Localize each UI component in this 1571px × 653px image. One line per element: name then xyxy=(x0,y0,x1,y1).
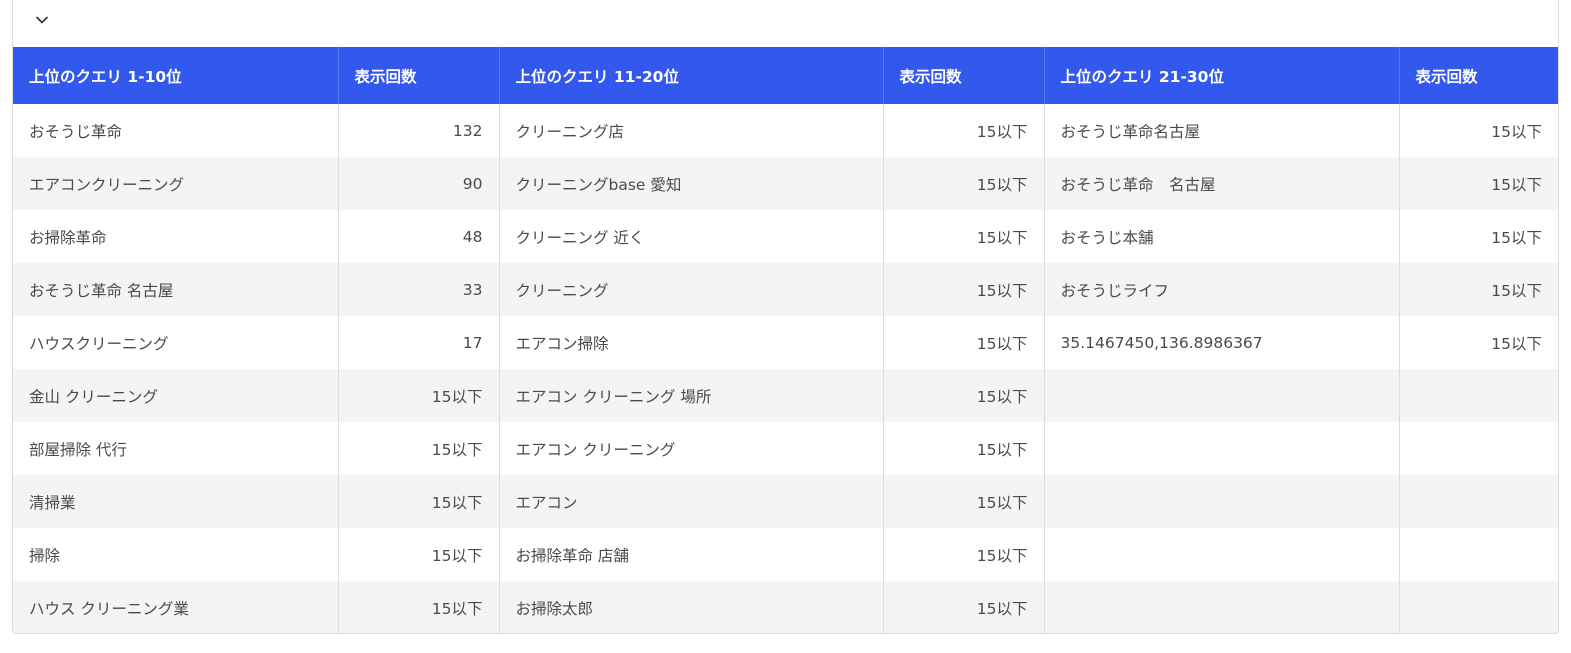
table-row: 掃除 15以下 お掃除革命 店舗 15以下 xyxy=(13,528,1558,581)
impressions-cell: 15以下 xyxy=(883,316,1045,369)
query-cell: 部屋掃除 代行 xyxy=(13,422,339,475)
table-row: 金山 クリーニング 15以下 エアコン クリーニング 場所 15以下 xyxy=(13,369,1558,422)
header-queries-21-30[interactable]: 上位のクエリ 21-30位 xyxy=(1044,47,1400,104)
query-cell xyxy=(1044,528,1400,581)
header-impressions-3[interactable]: 表示回数 xyxy=(1399,47,1558,104)
header-impressions-2[interactable]: 表示回数 xyxy=(883,47,1045,104)
query-cell: 金山 クリーニング xyxy=(13,369,339,422)
table-row: 清掃業 15以下 エアコン 15以下 xyxy=(13,475,1558,528)
table-row: 部屋掃除 代行 15以下 エアコン クリーニング 15以下 xyxy=(13,422,1558,475)
query-cell: おそうじ革命 名古屋 xyxy=(13,263,339,316)
query-cell: クリーニング店 xyxy=(499,104,884,157)
query-cell: お掃除革命 店舗 xyxy=(499,528,884,581)
query-cell: ハウスクリーニング xyxy=(13,316,339,369)
header-impressions-1[interactable]: 表示回数 xyxy=(338,47,500,104)
query-cell: お掃除革命 xyxy=(13,210,339,263)
impressions-cell xyxy=(1399,369,1558,422)
impressions-cell: 33 xyxy=(338,263,500,316)
impressions-cell: 15以下 xyxy=(883,581,1045,633)
impressions-cell: 15以下 xyxy=(1399,263,1558,316)
impressions-cell: 15以下 xyxy=(883,210,1045,263)
query-cell: ハウス クリーニング業 xyxy=(13,581,339,633)
table-row: お掃除革命 48 クリーニング 近く 15以下 おそうじ本舗 15以下 xyxy=(13,210,1558,263)
impressions-cell: 15以下 xyxy=(883,475,1045,528)
query-cell xyxy=(1044,475,1400,528)
impressions-cell: 15以下 xyxy=(883,104,1045,157)
chevron-down-icon xyxy=(36,16,48,24)
impressions-cell: 15以下 xyxy=(1399,104,1558,157)
query-cell xyxy=(1044,369,1400,422)
query-cell: お掃除太郎 xyxy=(499,581,884,633)
impressions-cell xyxy=(1399,581,1558,633)
impressions-cell xyxy=(1399,528,1558,581)
table-row: ハウス クリーニング業 15以下 お掃除太郎 15以下 xyxy=(13,581,1558,633)
query-cell: クリーニング 近く xyxy=(499,210,884,263)
impressions-cell: 15以下 xyxy=(883,369,1045,422)
impressions-cell: 15以下 xyxy=(883,157,1045,210)
query-cell: おそうじ本舗 xyxy=(1044,210,1400,263)
query-cell: クリーニングbase 愛知 xyxy=(499,157,884,210)
query-cell: エアコン クリーニング xyxy=(499,422,884,475)
header-queries-11-20[interactable]: 上位のクエリ 11-20位 xyxy=(499,47,884,104)
impressions-cell: 15以下 xyxy=(338,422,500,475)
impressions-cell: 15以下 xyxy=(883,528,1045,581)
impressions-cell: 15以下 xyxy=(338,528,500,581)
table-row: ハウスクリーニング 17 エアコン掃除 15以下 35.1467450,136.… xyxy=(13,316,1558,369)
query-cell: 掃除 xyxy=(13,528,339,581)
impressions-cell: 90 xyxy=(338,157,500,210)
table-row: おそうじ革命 132 クリーニング店 15以下 おそうじ革命名古屋 15以下 xyxy=(13,104,1558,157)
table-row: おそうじ革命 名古屋 33 クリーニング 15以下 おそうじライフ 15以下 xyxy=(13,263,1558,316)
top-queries-panel: 上位のクエリ 1-10位 表示回数 上位のクエリ 11-20位 表示回数 上位の… xyxy=(12,0,1559,634)
header-queries-1-10[interactable]: 上位のクエリ 1-10位 xyxy=(13,47,339,104)
top-queries-table: 上位のクエリ 1-10位 表示回数 上位のクエリ 11-20位 表示回数 上位の… xyxy=(13,47,1558,633)
impressions-cell: 15以下 xyxy=(1399,210,1558,263)
collapse-toggle-button[interactable] xyxy=(31,9,53,31)
query-cell: おそうじライフ xyxy=(1044,263,1400,316)
query-cell: 35.1467450,136.8986367 xyxy=(1044,316,1400,369)
query-cell: エアコン クリーニング 場所 xyxy=(499,369,884,422)
table-header-row: 上位のクエリ 1-10位 表示回数 上位のクエリ 11-20位 表示回数 上位の… xyxy=(13,47,1558,104)
table-row: エアコンクリーニング 90 クリーニングbase 愛知 15以下 おそうじ革命 … xyxy=(13,157,1558,210)
query-cell: おそうじ革命 xyxy=(13,104,339,157)
impressions-cell: 132 xyxy=(338,104,500,157)
impressions-cell: 15以下 xyxy=(1399,157,1558,210)
impressions-cell: 15以下 xyxy=(883,263,1045,316)
query-cell: エアコン掃除 xyxy=(499,316,884,369)
impressions-cell: 48 xyxy=(338,210,500,263)
impressions-cell xyxy=(1399,475,1558,528)
panel-toggle-bar xyxy=(13,0,1558,47)
query-cell: おそうじ革命名古屋 xyxy=(1044,104,1400,157)
impressions-cell: 15以下 xyxy=(1399,316,1558,369)
query-cell xyxy=(1044,581,1400,633)
impressions-cell xyxy=(1399,422,1558,475)
query-cell: エアコン xyxy=(499,475,884,528)
query-cell: クリーニング xyxy=(499,263,884,316)
query-cell: 清掃業 xyxy=(13,475,339,528)
query-cell xyxy=(1044,422,1400,475)
query-cell: おそうじ革命 名古屋 xyxy=(1044,157,1400,210)
impressions-cell: 15以下 xyxy=(338,475,500,528)
query-cell: エアコンクリーニング xyxy=(13,157,339,210)
impressions-cell: 15以下 xyxy=(883,422,1045,475)
impressions-cell: 15以下 xyxy=(338,581,500,633)
impressions-cell: 15以下 xyxy=(338,369,500,422)
impressions-cell: 17 xyxy=(338,316,500,369)
